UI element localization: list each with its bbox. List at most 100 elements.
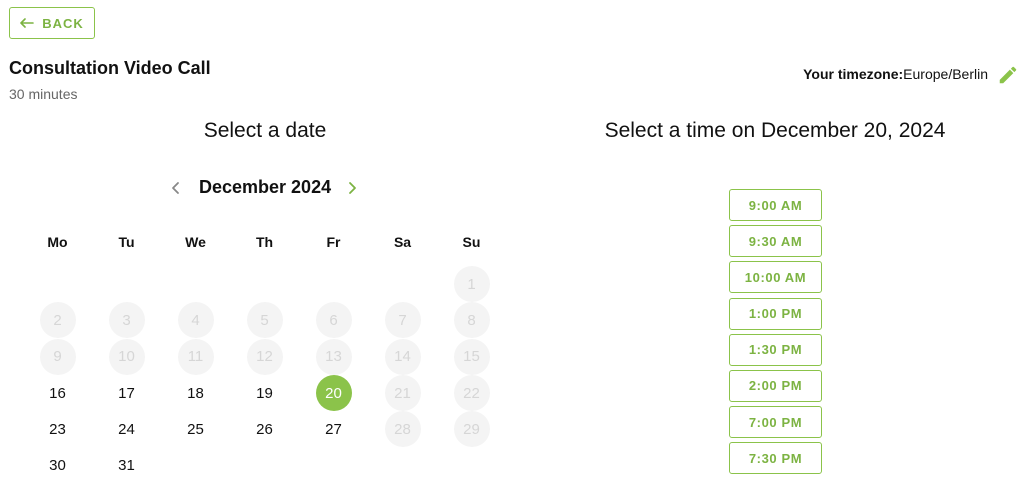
calendar-day-selected[interactable]: 20 <box>315 375 352 412</box>
date-section-title: Select a date <box>203 119 327 142</box>
calendar-day-disabled: 9 <box>39 338 76 375</box>
timezone-display: Your timezone:Europe/Berlin <box>803 66 988 82</box>
time-slot-button[interactable]: 2:00 PM <box>729 369 822 402</box>
calendar-day-disabled: 10 <box>108 338 145 375</box>
calendar-day[interactable]: 17 <box>109 375 145 411</box>
chevron-right-icon[interactable] <box>344 179 360 197</box>
weekday-label: Mo <box>47 234 68 250</box>
calendar-cell <box>230 447 299 483</box>
weekday-label: We <box>185 234 206 250</box>
time-slot-button[interactable]: 9:00 AM <box>729 189 822 221</box>
time-slot-list: 9:00 AM 9:30 AM 10:00 AM 1:00 PM 1:30 PM 2:00… <box>729 189 822 479</box>
calendar-cell: 16 <box>23 375 92 411</box>
calendar-day-disabled: 7 <box>384 302 421 339</box>
calendar-week-row: 1 <box>23 266 506 303</box>
calendar-cell: 6 <box>299 302 368 339</box>
calendar-cell <box>368 266 437 302</box>
timezone-label: Your timezone: <box>803 66 904 82</box>
calendar-cell: 30 <box>23 447 92 483</box>
calendar-cell: 5 <box>230 302 299 339</box>
calendar-day-disabled: 4 <box>177 302 214 339</box>
chevron-left-icon[interactable] <box>168 179 184 197</box>
calendar-cell: 26 <box>230 411 299 447</box>
back-button[interactable]: BACK <box>9 7 95 39</box>
time-slot-button[interactable]: 1:00 PM <box>729 297 822 330</box>
calendar-cell: 12 <box>230 338 299 375</box>
calendar-day-disabled: 6 <box>315 302 352 339</box>
calendar-cell: 18 <box>161 375 230 411</box>
calendar-day-disabled: 13 <box>315 338 352 375</box>
calendar-cell: 21 <box>368 375 437 412</box>
calendar-day[interactable]: 16 <box>40 375 76 411</box>
calendar-cell: 1 <box>437 266 506 303</box>
calendar-cell <box>299 447 368 483</box>
calendar-day[interactable]: 30 <box>40 448 76 484</box>
calendar-week-row: 16 17 18 19 20 21 22 <box>23 375 506 412</box>
calendar-cell <box>368 447 437 483</box>
calendar-cell: 25 <box>161 411 230 447</box>
calendar-day[interactable]: 19 <box>247 375 283 411</box>
calendar-cell: 24 <box>92 411 161 447</box>
calendar-day-disabled: 29 <box>453 411 490 448</box>
calendar-cell: 7 <box>368 302 437 339</box>
event-duration: 30 minutes <box>9 86 78 102</box>
calendar-day[interactable]: 26 <box>247 411 283 447</box>
back-button-label: BACK <box>42 15 84 31</box>
calendar-day[interactable]: 27 <box>316 411 352 447</box>
calendar-grid: 1 2 3 4 5 6 7 8 9 10 11 12 13 14 15 16 17 18 19 20 21 22 23 24 2… <box>23 266 506 484</box>
calendar-cell: 19 <box>230 375 299 411</box>
event-title: Consultation Video Call <box>9 58 211 78</box>
weekday-label: Sa <box>393 234 412 250</box>
calendar-day-disabled: 8 <box>453 302 490 339</box>
time-section-title: Select a time on December 20, 2024 <box>604 119 946 142</box>
calendar-day-disabled: 28 <box>384 411 421 448</box>
weekday-label: Th <box>255 234 274 250</box>
calendar-cell <box>437 447 506 483</box>
calendar-cell: 31 <box>92 447 161 483</box>
calendar-day-disabled: 3 <box>108 302 145 339</box>
calendar-cell: 17 <box>92 375 161 411</box>
calendar-day[interactable]: 31 <box>109 448 145 484</box>
calendar-week-row: 2345678 <box>23 302 506 339</box>
calendar-cell <box>23 266 92 302</box>
time-slot-button[interactable]: 7:30 PM <box>729 442 822 475</box>
time-slot-button[interactable]: 7:00 PM <box>729 406 822 439</box>
calendar-day-disabled: 22 <box>453 375 490 412</box>
calendar-cell: 20 <box>299 375 368 412</box>
calendar-day-disabled: 2 <box>39 302 76 339</box>
calendar-cell: 23 <box>23 411 92 447</box>
timezone-value: Europe/Berlin <box>903 66 988 82</box>
calendar-day-disabled: 12 <box>246 338 283 375</box>
calendar-cell: 13 <box>299 338 368 375</box>
weekday-label: Tu <box>118 234 135 250</box>
calendar-day-disabled: 1 <box>453 266 490 303</box>
weekday-label: Fr <box>326 234 341 250</box>
calendar-cell <box>92 266 161 302</box>
calendar-cell <box>230 266 299 302</box>
calendar-day-disabled: 15 <box>453 338 490 375</box>
time-slot-button[interactable]: 9:30 AM <box>729 225 822 258</box>
calendar-week-row: 23 24 25 26 27 28 29 <box>23 411 506 448</box>
calendar-day[interactable]: 18 <box>178 375 214 411</box>
calendar-cell: 29 <box>437 411 506 448</box>
month-navigation: December 2024 <box>160 176 370 202</box>
calendar-week-row: 30 31 <box>23 447 506 483</box>
calendar-cell: 27 <box>299 411 368 447</box>
calendar-cell: 22 <box>437 375 506 412</box>
pencil-icon[interactable] <box>997 64 1019 86</box>
calendar-week-row: 9 10 11 12 13 14 15 <box>23 338 506 375</box>
weekday-header: Mo Tu We Th Fr Sa Su <box>23 234 506 250</box>
calendar-day[interactable]: 25 <box>178 411 214 447</box>
calendar-day-disabled: 21 <box>384 375 421 412</box>
weekday-label: Su <box>462 234 481 250</box>
calendar-cell <box>299 266 368 302</box>
calendar-cell: 15 <box>437 338 506 375</box>
time-slot-button[interactable]: 1:30 PM <box>729 333 822 366</box>
calendar-day[interactable]: 23 <box>40 411 76 447</box>
calendar-cell: 28 <box>368 411 437 448</box>
calendar-day-disabled: 14 <box>384 338 421 375</box>
calendar-day[interactable]: 24 <box>109 411 145 447</box>
calendar-cell: 10 <box>92 338 161 375</box>
time-slot-button[interactable]: 10:00 AM <box>729 261 822 294</box>
calendar-cell: 14 <box>368 338 437 375</box>
